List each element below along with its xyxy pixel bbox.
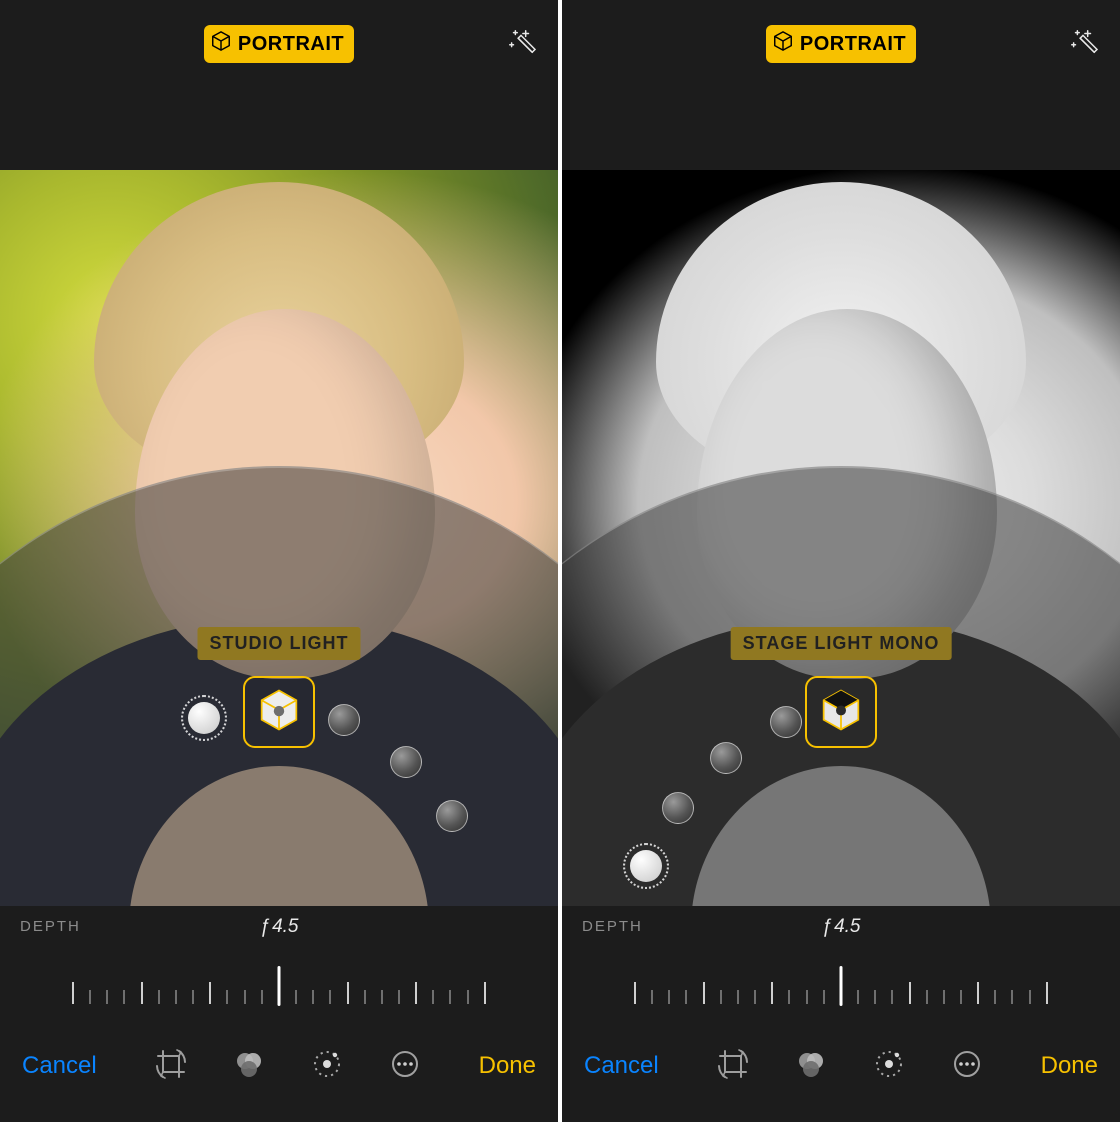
- lighting-option-stage[interactable]: [390, 746, 422, 778]
- done-button[interactable]: Done: [479, 1052, 536, 1080]
- lighting-option-stage-mono[interactable]: [436, 800, 468, 832]
- photo-preview[interactable]: STUDIO LIGHT: [0, 170, 558, 906]
- done-button[interactable]: Done: [1041, 1052, 1098, 1080]
- adjust-dial-icon: [310, 1047, 344, 1086]
- filters-button[interactable]: [232, 1049, 266, 1083]
- portrait-mode-badge[interactable]: PORTRAIT: [766, 25, 916, 63]
- lighting-option-selected[interactable]: [243, 676, 315, 748]
- lighting-option-stage[interactable]: [770, 706, 802, 738]
- cancel-button[interactable]: Cancel: [22, 1052, 97, 1080]
- lighting-cube-icon: [253, 684, 305, 741]
- depth-slider-indicator[interactable]: [278, 966, 281, 1006]
- crop-rotate-icon: [716, 1047, 750, 1086]
- adjust-button[interactable]: [872, 1049, 906, 1083]
- filters-button[interactable]: [794, 1049, 828, 1083]
- f-stop-value: ƒ4.5: [822, 916, 861, 938]
- toolbar: Cancel Done: [0, 1022, 558, 1122]
- lighting-option-natural[interactable]: [188, 702, 220, 734]
- auto-enhance-button[interactable]: [506, 26, 536, 56]
- magic-wand-icon: [1068, 43, 1098, 60]
- more-button[interactable]: [950, 1049, 984, 1083]
- magic-wand-icon: [506, 43, 536, 60]
- portrait-label: PORTRAIT: [800, 33, 906, 56]
- filters-icon: [232, 1047, 266, 1086]
- lighting-option-contour[interactable]: [710, 742, 742, 774]
- crop-button[interactable]: [716, 1049, 750, 1083]
- more-button[interactable]: [388, 1049, 422, 1083]
- portrait-mode-badge[interactable]: PORTRAIT: [204, 25, 354, 63]
- header: PORTRAIT: [0, 0, 558, 170]
- adjust-dial-icon: [872, 1047, 906, 1086]
- lighting-cube-icon: [815, 684, 867, 741]
- toolbar-center: [154, 1049, 422, 1083]
- header: PORTRAIT: [562, 0, 1120, 170]
- auto-enhance-button[interactable]: [1068, 26, 1098, 56]
- depth-control: DEPTH ƒ4.5: [0, 906, 558, 1022]
- depth-label: DEPTH: [582, 918, 643, 935]
- cube-icon: [210, 30, 232, 58]
- lighting-option-contour[interactable]: [328, 704, 360, 736]
- depth-control: DEPTH ƒ4.5: [562, 906, 1120, 1022]
- depth-slider-indicator[interactable]: [840, 966, 843, 1006]
- toolbar: Cancel Done: [562, 1022, 1120, 1122]
- filters-icon: [794, 1047, 828, 1086]
- lighting-option-selected[interactable]: [805, 676, 877, 748]
- cube-icon: [772, 30, 794, 58]
- toolbar-center: [716, 1049, 984, 1083]
- cancel-button[interactable]: Cancel: [584, 1052, 659, 1080]
- portrait-label: PORTRAIT: [238, 33, 344, 56]
- editor-pane-right: PORTRAIT STAGE LIGHT MONO: [562, 0, 1120, 1122]
- photo-preview[interactable]: STAGE LIGHT MONO: [562, 170, 1120, 906]
- crop-rotate-icon: [154, 1047, 188, 1086]
- more-ellipsis-icon: [388, 1047, 422, 1086]
- crop-button[interactable]: [154, 1049, 188, 1083]
- more-ellipsis-icon: [950, 1047, 984, 1086]
- f-stop-value: ƒ4.5: [260, 916, 299, 938]
- depth-label: DEPTH: [20, 918, 81, 935]
- adjust-button[interactable]: [310, 1049, 344, 1083]
- lighting-option-natural[interactable]: [630, 850, 662, 882]
- lighting-option-studio[interactable]: [662, 792, 694, 824]
- editor-pane-left: PORTRAIT STUDIO LIGHT: [0, 0, 558, 1122]
